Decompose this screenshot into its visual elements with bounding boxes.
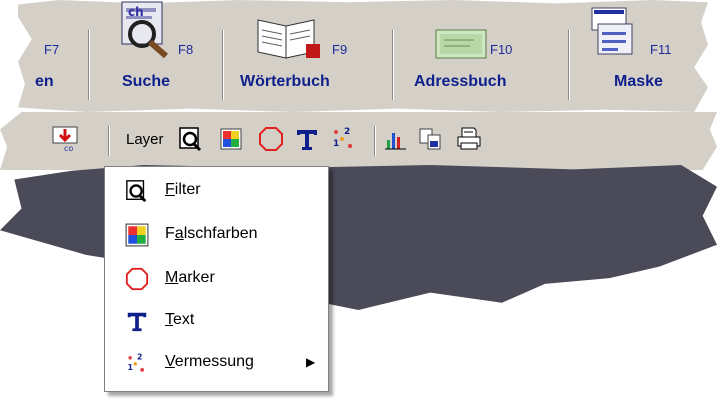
- submenu-arrow-icon: ▶: [306, 355, 316, 369]
- label-rest: lschfarben: [183, 225, 258, 242]
- svg-text:1: 1: [128, 363, 133, 372]
- f7-button[interactable]: F7 en: [18, 0, 88, 100]
- svg-text:2: 2: [344, 127, 350, 137]
- separator: [108, 126, 110, 156]
- marker-icon[interactable]: [258, 126, 284, 152]
- accelerator-key: V: [165, 353, 175, 370]
- separator: [222, 30, 224, 100]
- svg-text:ch: ch: [128, 5, 144, 19]
- accelerator-key: a: [174, 225, 184, 242]
- filter-icon[interactable]: [178, 126, 204, 152]
- f10-key-label: F10: [490, 42, 513, 57]
- svg-text:1: 1: [333, 139, 339, 149]
- separator: [568, 30, 570, 100]
- text-icon[interactable]: [294, 126, 320, 152]
- chart-icon[interactable]: [384, 128, 408, 152]
- f11-key-label: F11: [650, 42, 672, 57]
- f9-key-label: F9: [332, 42, 348, 57]
- menu-item-marker[interactable]: Marker: [105, 259, 328, 299]
- menu-item-label: Filter: [165, 181, 201, 199]
- mask-icon: [591, 7, 633, 55]
- label-pre: F: [165, 225, 175, 242]
- menu-item-vermessung[interactable]: 2 1 Vermessung ▶: [105, 343, 328, 383]
- label-rest: arker: [178, 269, 215, 286]
- vermessung-icon[interactable]: 2 1: [330, 124, 358, 152]
- f9-button-label: Wörterbuch: [240, 73, 330, 90]
- menu-item-text[interactable]: Text: [105, 301, 328, 341]
- layer-toolbar-label: Layer: [126, 131, 164, 148]
- dictionary-icon: [257, 19, 320, 59]
- accelerator-key: F: [165, 181, 175, 198]
- falschfarben-icon[interactable]: [220, 128, 242, 150]
- f8-search-button[interactable]: ch F8 Suche: [100, 0, 220, 100]
- svg-text:co: co: [64, 144, 73, 152]
- marker-icon: [125, 267, 149, 291]
- f7-button-label: en: [35, 73, 54, 90]
- text-icon: [127, 312, 147, 332]
- label-rest: ermessung: [174, 353, 254, 370]
- f8-key-label: F8: [178, 42, 194, 57]
- menu-item-filter[interactable]: Filter: [105, 171, 328, 211]
- import-icon[interactable]: co: [50, 124, 80, 152]
- screenshot-canvas: F7 en ch F8 Suche F9 Wörterbuch F10 Adre…: [0, 0, 717, 399]
- f10-button-label: Adressbuch: [414, 73, 507, 90]
- label-rest: ilter: [174, 181, 201, 198]
- svg-text:2: 2: [137, 353, 142, 362]
- f7-key-label: F7: [44, 42, 60, 57]
- separator: [374, 126, 376, 156]
- falschfarben-icon: [125, 223, 149, 247]
- menu-item-falschfarben[interactable]: Falschfarben: [105, 215, 328, 255]
- print-icon[interactable]: [456, 126, 482, 152]
- accelerator-key: M: [165, 269, 179, 286]
- export-icon[interactable]: [418, 126, 444, 152]
- vermessung-icon: 2 1: [128, 353, 145, 372]
- f8-button-label: Suche: [122, 73, 171, 90]
- menu-item-label: Marker: [165, 269, 215, 287]
- f11-button-label: Maske: [614, 73, 663, 90]
- accelerator-key: T: [165, 311, 173, 328]
- search-icon: ch: [121, 1, 168, 59]
- menu-item-label: Vermessung: [165, 353, 254, 371]
- addressbook-icon: [435, 29, 487, 59]
- f10-addressbook-button[interactable]: F10 Adressbuch: [398, 0, 558, 100]
- separator: [88, 30, 90, 100]
- menu-item-label: Falschfarben: [165, 225, 258, 243]
- separator: [392, 30, 394, 100]
- layer-dropdown-menu: Filter Falschfarben Marker Text 2 1 Verm…: [104, 166, 329, 392]
- menu-item-label: Text: [165, 311, 194, 329]
- f11-mask-button[interactable]: F11 Maske: [574, 0, 714, 100]
- f9-dictionary-button[interactable]: F9 Wörterbuch: [228, 0, 388, 100]
- filter-icon: [126, 180, 147, 203]
- label-rest: ext: [173, 311, 195, 328]
